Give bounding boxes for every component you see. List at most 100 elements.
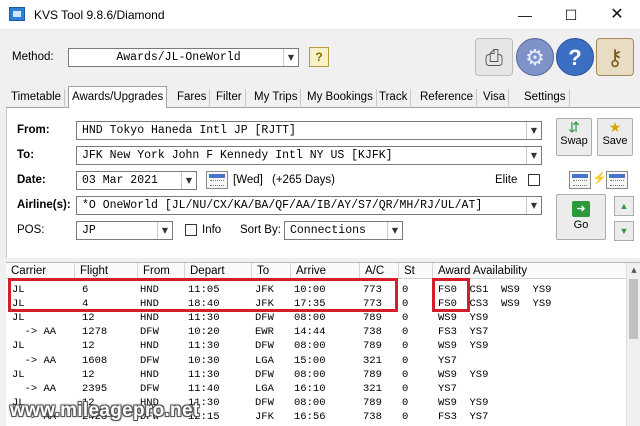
cell-from: HND: [140, 340, 159, 353]
cell-depart: 11:30: [188, 340, 220, 353]
cell-carrier: -> AA: [12, 382, 57, 395]
vertical-scrollbar[interactable]: ▲: [626, 263, 640, 426]
cell-arrive: 16:10: [294, 382, 326, 395]
col-arrive[interactable]: Arrive: [291, 263, 360, 279]
go-arrow-icon: ➜: [572, 201, 590, 217]
elite-checkbox[interactable]: [528, 174, 540, 186]
from-select[interactable]: HND Tokyo Haneda Intl JP [RJTT] ▼: [76, 121, 542, 140]
cell-to: EWR: [255, 326, 274, 339]
chevron-down-icon[interactable]: ▼: [387, 222, 402, 239]
calendar-grid-icon[interactable]: [569, 171, 591, 189]
chevron-down-icon[interactable]: ▼: [181, 172, 196, 189]
help-icon[interactable]: ?: [556, 38, 594, 76]
to-select[interactable]: JFK New York John F Kennedy Intl NY US […: [76, 146, 542, 165]
minimize-button[interactable]: —: [502, 0, 548, 30]
cell-flight: 12: [82, 312, 95, 325]
col-aircraft[interactable]: A/C: [360, 263, 399, 279]
cell-arrive: 08:00: [294, 396, 326, 409]
col-status[interactable]: St: [399, 263, 433, 279]
cell-arrive: 08:00: [294, 368, 326, 381]
tab-settings[interactable]: Settings: [521, 89, 570, 108]
sortby-label: Sort By:: [240, 224, 281, 236]
cell-arrive: 08:00: [294, 340, 326, 353]
calendar-range-icon[interactable]: [606, 171, 628, 189]
go-label: Go: [573, 219, 589, 231]
table-row[interactable]: -> AA 1608 DFW 10:30 LGA 15:00 321 0 YS7: [6, 354, 626, 368]
method-select[interactable]: Awards/JL-OneWorld ▼: [68, 48, 299, 67]
cell-status: 0: [402, 326, 409, 339]
col-carrier[interactable]: Carrier: [6, 263, 75, 279]
scroll-thumb[interactable]: [629, 279, 638, 339]
chevron-down-icon[interactable]: ▼: [157, 222, 172, 239]
airlines-value: *O OneWorld [JL/NU/CX/KA/BA/QF/AA/IB/AY/…: [82, 199, 483, 212]
cell-arrive: 16:56: [294, 410, 326, 423]
cell-depart: 10:30: [188, 354, 220, 367]
tab-timetable[interactable]: Timetable: [8, 89, 66, 108]
col-depart[interactable]: Depart: [185, 263, 252, 279]
tab-filter[interactable]: Filter: [213, 89, 246, 108]
cell-aircraft: 738: [363, 410, 382, 423]
tab-track[interactable]: Track: [376, 89, 412, 108]
cell-status: 0: [402, 382, 409, 395]
cell-flight: 1608: [82, 354, 108, 367]
tab-reference[interactable]: Reference: [417, 89, 478, 108]
close-button[interactable]: ✕: [594, 0, 640, 30]
date-value: 03 Mar 2021: [82, 174, 158, 187]
info-checkbox[interactable]: [185, 224, 197, 236]
col-from[interactable]: From: [138, 263, 185, 279]
scroll-up-icon[interactable]: ▲: [627, 263, 640, 277]
tab-fares[interactable]: Fares: [174, 89, 211, 108]
chevron-down-icon[interactable]: ▼: [526, 197, 541, 214]
cell-carrier: -> AA: [12, 354, 57, 367]
maximize-button[interactable]: ☐: [548, 0, 594, 30]
go-button[interactable]: ➜ Go: [556, 194, 606, 240]
calendar-icon[interactable]: [206, 171, 228, 189]
pos-label: POS:: [17, 224, 45, 236]
table-row[interactable]: -> AA 1278 DFW 10:20 EWR 14:44 738 0 FS3 YS7: [6, 325, 626, 339]
cell-award: YS7: [438, 354, 457, 367]
tab-visa[interactable]: Visa: [480, 89, 510, 108]
swap-button[interactable]: ⇵ Swap: [556, 118, 592, 156]
cell-status: 0: [402, 340, 409, 353]
cell-award: WS9 YS9: [438, 368, 489, 381]
cell-carrier: JL: [12, 312, 25, 325]
tab-my-bookings[interactable]: My Bookings: [304, 89, 377, 108]
cell-aircraft: 789: [363, 312, 382, 325]
arrow-up-icon[interactable]: ▲: [614, 196, 634, 216]
cell-status: 0: [402, 368, 409, 381]
chevron-down-icon[interactable]: ▼: [526, 122, 541, 139]
col-award-availability[interactable]: Award Availability: [433, 263, 626, 279]
printer-icon[interactable]: ⎙: [475, 38, 513, 76]
cell-from: HND: [140, 368, 159, 381]
arrow-down-icon[interactable]: ▼: [614, 221, 634, 241]
chevron-down-icon[interactable]: ▼: [283, 49, 298, 66]
cell-to: DFW: [255, 368, 274, 381]
date-select[interactable]: 03 Mar 2021 ▼: [76, 171, 197, 190]
to-value: JFK New York John F Kennedy Intl NY US […: [82, 149, 393, 162]
gear-icon[interactable]: ⚙: [516, 38, 554, 76]
pos-value: JP: [82, 224, 96, 237]
save-button[interactable]: ★ Save: [597, 118, 633, 156]
elite-label: Elite: [495, 174, 518, 186]
airlines-select[interactable]: *O OneWorld [JL/NU/CX/KA/BA/QF/AA/IB/AY/…: [76, 196, 542, 215]
table-row[interactable]: JL 12 HND 11:30 DFW 08:00 789 0 WS9 YS9: [6, 311, 626, 325]
from-label: From:: [17, 124, 50, 136]
chevron-down-icon[interactable]: ▼: [526, 147, 541, 164]
tab-my-trips[interactable]: My Trips: [251, 89, 302, 108]
method-help-icon[interactable]: ?: [309, 47, 329, 67]
date-label: Date:: [17, 174, 46, 186]
col-flight[interactable]: Flight: [75, 263, 138, 279]
table-row[interactable]: -> AA 2395 DFW 11:40 LGA 16:10 321 0 YS7: [6, 382, 626, 396]
sortby-select[interactable]: Connections ▼: [284, 221, 403, 240]
cell-from: DFW: [140, 382, 159, 395]
cell-award: YS7: [438, 382, 457, 395]
pos-select[interactable]: JP ▼: [76, 221, 173, 240]
cell-arrive: 08:00: [294, 312, 326, 325]
col-to[interactable]: To: [252, 263, 291, 279]
swap-arrow-icon: ⇵: [568, 119, 580, 135]
table-row[interactable]: JL 12 HND 11:30 DFW 08:00 789 0 WS9 YS9: [6, 368, 626, 382]
flash-icon: ⚡: [592, 171, 607, 185]
keys-icon[interactable]: ⚷: [596, 38, 634, 76]
tab-awards-upgrades[interactable]: Awards/Upgrades: [68, 86, 168, 109]
table-row[interactable]: JL 12 HND 11:30 DFW 08:00 789 0 WS9 YS9: [6, 339, 626, 353]
